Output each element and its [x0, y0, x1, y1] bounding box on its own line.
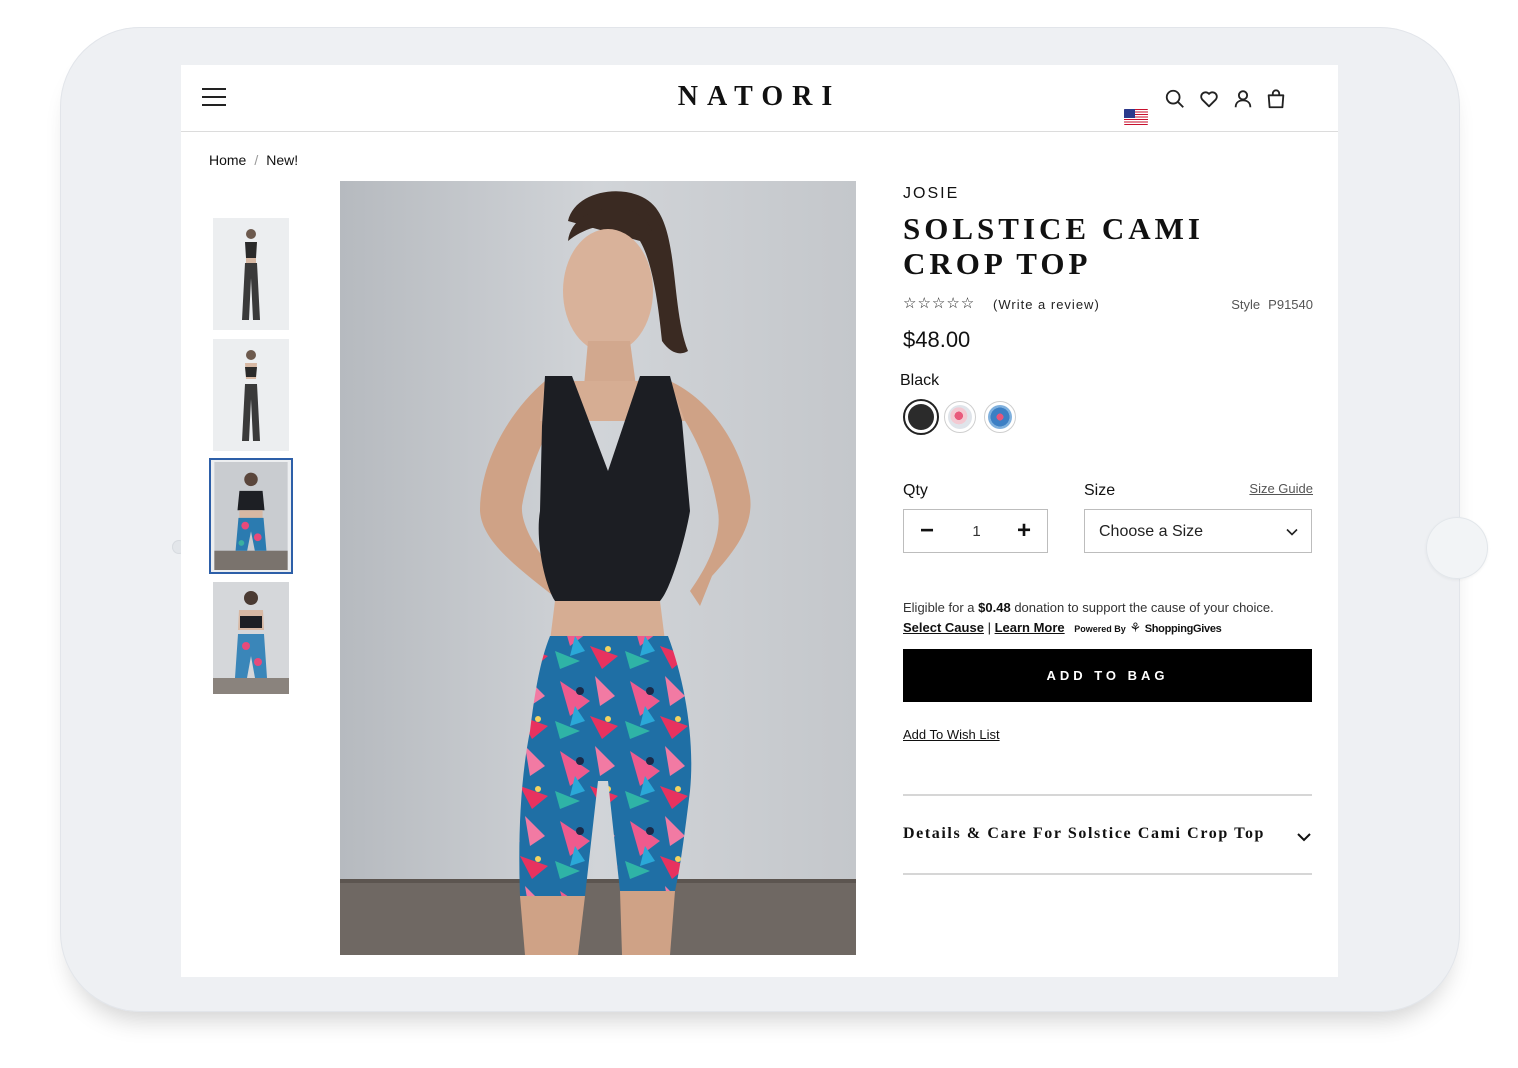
- product-main-image[interactable]: [340, 181, 856, 955]
- us-flag-icon[interactable]: [1124, 109, 1148, 125]
- swatch-black[interactable]: [903, 399, 939, 435]
- thumbnail-back-crop-top-shorts[interactable]: [213, 582, 289, 694]
- swatch-blue-print[interactable]: [984, 401, 1016, 433]
- size-label: Size: [1084, 482, 1116, 499]
- style-number: P91540: [1268, 297, 1313, 312]
- chevron-down-icon: [1286, 528, 1298, 536]
- donation-amount: $0.48: [978, 600, 1011, 615]
- product-title: SOLSTICE CAMI CROP TOP: [903, 211, 1204, 281]
- qty-decrease-button[interactable]: −: [912, 516, 942, 546]
- select-cause-link[interactable]: Select Cause: [903, 620, 984, 635]
- search-icon[interactable]: [1164, 88, 1186, 110]
- breadcrumb-separator: /: [254, 152, 259, 168]
- donation-text: Eligible for a $0.48 donation to support…: [903, 600, 1274, 615]
- star-rating[interactable]: ☆☆☆☆☆: [903, 294, 975, 312]
- product-brand: JOSIE: [903, 185, 960, 202]
- qty-label: Qty: [903, 482, 928, 499]
- shoppinggives-icon: ⚘: [1129, 620, 1142, 635]
- breadcrumb-current[interactable]: New!: [266, 152, 298, 168]
- chevron-down-icon: [1297, 833, 1311, 842]
- size-select[interactable]: Choose a Size: [1084, 509, 1312, 553]
- write-review-link[interactable]: (Write a review): [993, 297, 1100, 312]
- style-label: Style: [1231, 297, 1261, 312]
- user-icon[interactable]: [1232, 88, 1254, 110]
- details-care-label: Details & Care For Solstice Cami Crop To…: [903, 825, 1266, 842]
- size-select-value: Choose a Size: [1099, 523, 1204, 540]
- swatch-pink-print[interactable]: [944, 401, 976, 433]
- tablet-home-button[interactable]: [1426, 517, 1488, 579]
- thumbnail-front-crop-top-shorts[interactable]: [209, 458, 293, 574]
- qty-increase-button[interactable]: +: [1009, 516, 1039, 546]
- site-header: NATORI: [181, 65, 1338, 132]
- powered-by-label: Powered By: [1074, 624, 1126, 634]
- add-to-bag-button[interactable]: ADD TO BAG: [903, 649, 1312, 702]
- quantity-stepper: − +: [903, 509, 1048, 553]
- shoppinggives-logo: ShoppingGives: [1144, 623, 1222, 635]
- breadcrumb: Home / New!: [209, 152, 298, 168]
- bag-icon[interactable]: [1265, 88, 1287, 110]
- thumbnail-front-full[interactable]: [213, 218, 289, 330]
- qty-input[interactable]: [954, 523, 999, 540]
- selected-color-name: Black: [900, 372, 940, 389]
- thumbnail-back-full[interactable]: [213, 339, 289, 451]
- learn-more-link[interactable]: Learn More: [995, 620, 1065, 635]
- cause-links: Select Cause | Learn More Powered By ⚘ S…: [903, 620, 1222, 636]
- link-divider: |: [987, 620, 991, 635]
- details-care-accordion[interactable]: Details & Care For Solstice Cami Crop To…: [903, 794, 1312, 875]
- breadcrumb-home[interactable]: Home: [209, 152, 246, 168]
- add-to-wish-list-link[interactable]: Add To Wish List: [903, 727, 1000, 742]
- style-info: Style P91540: [1231, 297, 1313, 312]
- heart-icon[interactable]: [1198, 88, 1220, 110]
- size-guide-link[interactable]: Size Guide: [1249, 481, 1313, 496]
- screen: NATORI Home / New! JOSIE SOLSTICE CAMI C…: [181, 65, 1338, 977]
- product-price: $48.00: [903, 327, 971, 352]
